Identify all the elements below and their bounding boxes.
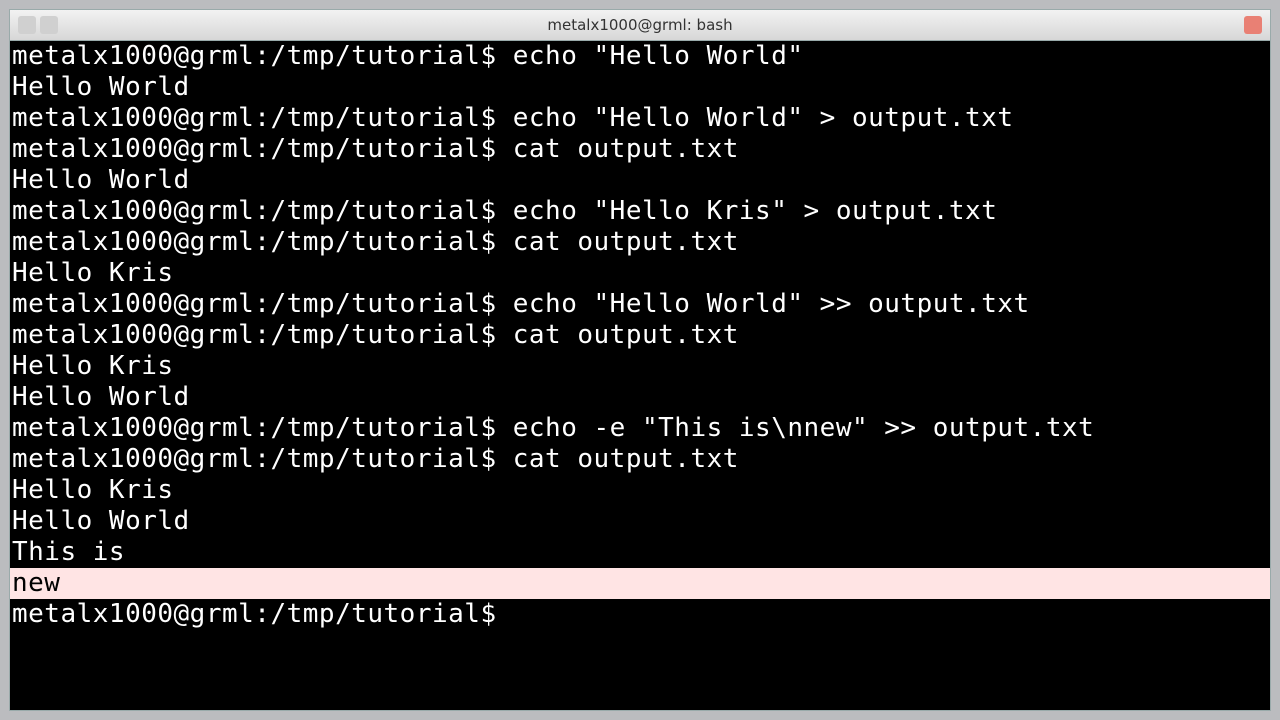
terminal-prompt-line: metalx1000@grml:/tmp/tutorial$	[12, 599, 1268, 630]
terminal-line: Hello World	[12, 382, 1268, 413]
window-title: metalx1000@grml: bash	[547, 16, 732, 34]
terminal-line: metalx1000@grml:/tmp/tutorial$ cat outpu…	[12, 227, 1268, 258]
terminal-line: Hello World	[12, 506, 1268, 537]
terminal-line: metalx1000@grml:/tmp/tutorial$ cat outpu…	[12, 444, 1268, 475]
terminal-line: Hello Kris	[12, 351, 1268, 382]
maximize-button[interactable]	[40, 16, 58, 34]
terminal-line: metalx1000@grml:/tmp/tutorial$ echo "Hel…	[12, 196, 1268, 227]
terminal-line: Hello World	[12, 72, 1268, 103]
close-button[interactable]	[1244, 16, 1262, 34]
terminal-line: metalx1000@grml:/tmp/tutorial$ echo -e "…	[12, 413, 1268, 444]
terminal-window: metalx1000@grml: bash metalx1000@grml:/t…	[9, 9, 1271, 711]
titlebar[interactable]: metalx1000@grml: bash	[10, 10, 1270, 41]
terminal-line: Hello Kris	[12, 258, 1268, 289]
terminal-viewport[interactable]: metalx1000@grml:/tmp/tutorial$ echo "Hel…	[10, 41, 1270, 710]
terminal-line: metalx1000@grml:/tmp/tutorial$ echo "Hel…	[12, 289, 1268, 320]
terminal-line: metalx1000@grml:/tmp/tutorial$ cat outpu…	[12, 320, 1268, 351]
terminal-line: metalx1000@grml:/tmp/tutorial$ cat outpu…	[12, 134, 1268, 165]
terminal-line: This is	[12, 537, 1268, 568]
minimize-button[interactable]	[18, 16, 36, 34]
terminal-line: Hello Kris	[12, 475, 1268, 506]
terminal-line-highlight: new	[10, 568, 1270, 599]
terminal-line: Hello World	[12, 165, 1268, 196]
terminal-line: metalx1000@grml:/tmp/tutorial$ echo "Hel…	[12, 41, 1268, 72]
terminal-line: metalx1000@grml:/tmp/tutorial$ echo "Hel…	[12, 103, 1268, 134]
